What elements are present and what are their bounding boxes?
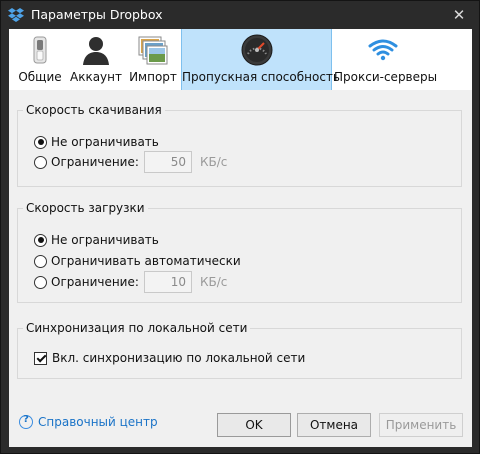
tab-general-label: Общие bbox=[18, 70, 62, 84]
help-icon bbox=[19, 414, 33, 429]
tab-general[interactable]: Общие bbox=[12, 29, 68, 90]
close-button[interactable]: ✕ bbox=[447, 5, 471, 25]
download-speed-group: Скорость скачивания Не ограничивать Огра… bbox=[17, 103, 462, 187]
upload-limit-option[interactable]: Ограничение: bbox=[34, 273, 139, 291]
upload-limit-label: Ограничение: bbox=[51, 275, 139, 289]
upload-speed-title: Скорость загрузки bbox=[23, 201, 148, 215]
help-center-link[interactable]: Справочный центр bbox=[19, 414, 158, 429]
upload-unit-label: КБ/с bbox=[200, 275, 228, 289]
wifi-icon bbox=[368, 39, 398, 61]
speedometer-icon bbox=[241, 34, 272, 66]
upload-limit-input[interactable]: 10 bbox=[144, 271, 192, 293]
switch-icon bbox=[33, 36, 47, 64]
upload-speed-group: Скорость загрузки Не ограничивать Ограни… bbox=[17, 201, 462, 303]
tab-account[interactable]: Аккаунт bbox=[69, 29, 123, 90]
tab-import-label: Импорт bbox=[129, 70, 177, 84]
lan-sync-label: Вкл. синхронизацию по локальной сети bbox=[52, 351, 306, 365]
download-speed-title: Скорость скачивания bbox=[23, 103, 165, 117]
upload-no-limit-option[interactable]: Не ограничивать bbox=[34, 231, 159, 249]
cancel-button[interactable]: Отмена bbox=[297, 413, 371, 437]
lan-sync-group: Синхронизация по локальной сети Вкл. син… bbox=[17, 321, 462, 379]
tab-proxies-label: Прокси-серверы bbox=[334, 70, 438, 84]
download-no-limit-option[interactable]: Не ограничивать bbox=[34, 133, 159, 151]
upload-limit-radio[interactable] bbox=[34, 275, 47, 289]
download-limit-option[interactable]: Ограничение: bbox=[34, 153, 139, 171]
lan-sync-title: Синхронизация по локальной сети bbox=[23, 321, 251, 335]
download-limit-label: Ограничение: bbox=[51, 155, 139, 169]
upload-no-limit-label: Не ограничивать bbox=[51, 233, 159, 247]
preferences-tabs: Общие Аккаунт Импорт Пропускная способно… bbox=[9, 29, 472, 90]
apply-button[interactable]: Применить bbox=[379, 413, 463, 437]
upload-no-limit-radio[interactable] bbox=[34, 233, 47, 247]
window-title: Параметры Dropbox bbox=[31, 7, 163, 22]
tab-proxies[interactable]: Прокси-серверы bbox=[334, 29, 438, 90]
tab-account-label: Аккаунт bbox=[70, 70, 122, 84]
photos-icon bbox=[138, 36, 168, 65]
upload-auto-limit-option[interactable]: Ограничивать автоматически bbox=[34, 252, 241, 270]
ok-button[interactable]: OK bbox=[217, 413, 291, 437]
title-bar: Параметры Dropbox ✕ bbox=[1, 1, 479, 29]
upload-auto-limit-label: Ограничивать автоматически bbox=[51, 254, 241, 268]
person-icon bbox=[83, 37, 109, 65]
download-limit-input[interactable]: 50 bbox=[144, 151, 192, 173]
download-no-limit-label: Не ограничивать bbox=[51, 135, 159, 149]
download-no-limit-radio[interactable] bbox=[34, 135, 47, 149]
dropbox-preferences-window: Параметры Dropbox ✕ Общие Аккаунт Импорт… bbox=[0, 0, 480, 454]
lan-sync-checkbox[interactable] bbox=[34, 351, 47, 365]
tab-bandwidth[interactable]: Пропускная способность bbox=[181, 29, 340, 90]
upload-auto-limit-radio[interactable] bbox=[34, 254, 47, 268]
tab-import[interactable]: Импорт bbox=[126, 29, 180, 90]
help-center-label: Справочный центр bbox=[38, 415, 158, 429]
download-limit-radio[interactable] bbox=[34, 155, 47, 169]
lan-sync-option[interactable]: Вкл. синхронизацию по локальной сети bbox=[34, 349, 305, 367]
bandwidth-panel: Скорость скачивания Не ограничивать Огра… bbox=[9, 90, 472, 447]
dropbox-logo-icon bbox=[8, 8, 24, 22]
tab-bandwidth-label: Пропускная способность bbox=[182, 70, 340, 84]
download-unit-label: КБ/с bbox=[200, 155, 228, 169]
